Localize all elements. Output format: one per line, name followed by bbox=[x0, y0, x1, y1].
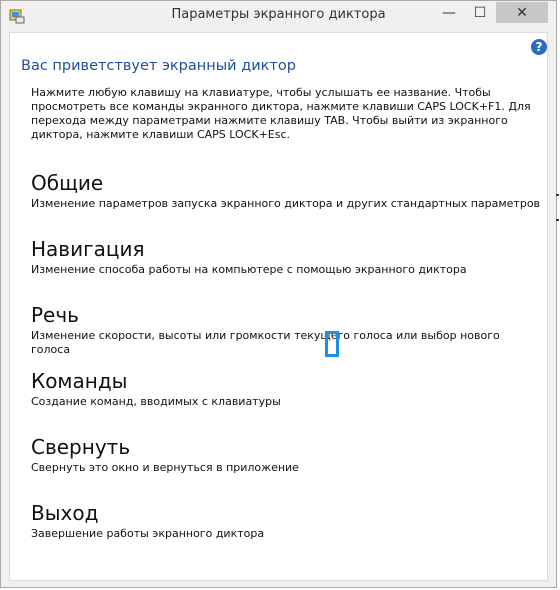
section-description: Свернуть это окно и вернуться в приложен… bbox=[31, 461, 299, 474]
section-general[interactable]: Общие Изменение параметров запуска экран… bbox=[31, 171, 541, 211]
edge-tick bbox=[556, 194, 559, 196]
section-description: Завершение работы экранного диктора bbox=[31, 527, 265, 540]
section-title[interactable]: Команды bbox=[31, 369, 541, 393]
section-description: Изменение параметров запуска экранного д… bbox=[31, 197, 541, 210]
close-button[interactable]: ✕ bbox=[496, 2, 548, 23]
section-title[interactable]: Общие bbox=[31, 171, 541, 195]
section-navigation[interactable]: Навигация Изменение способа работы на ко… bbox=[31, 237, 541, 277]
help-icon[interactable]: ? bbox=[531, 39, 547, 55]
maximize-button[interactable]: ☐ bbox=[465, 2, 495, 23]
section-description: Изменение способа работы на компьютере с… bbox=[31, 263, 467, 276]
title-bar[interactable]: Параметры экранного диктора — ☐ ✕ bbox=[1, 1, 556, 32]
section-commands[interactable]: Команды Создание команд, вводимых с клав… bbox=[31, 369, 541, 409]
section-speech[interactable]: Речь Изменение скорости, высоты или гром… bbox=[31, 303, 541, 357]
section-description: Создание команд, вводимых с клавиатуры bbox=[31, 395, 281, 408]
narrator-focus-cursor bbox=[325, 331, 339, 357]
edge-tick bbox=[556, 219, 559, 221]
intro-text: Нажмите любую клавишу на клавиатуре, что… bbox=[31, 86, 531, 141]
content-area: ? Вас приветствует экранный диктор Нажми… bbox=[9, 32, 548, 581]
maximize-icon: ☐ bbox=[473, 4, 487, 21]
welcome-heading: Вас приветствует экранный диктор bbox=[21, 58, 296, 74]
section-title[interactable]: Речь bbox=[31, 303, 541, 327]
close-icon: ✕ bbox=[516, 4, 528, 21]
section-title[interactable]: Свернуть bbox=[31, 435, 541, 459]
section-title[interactable]: Выход bbox=[31, 501, 541, 525]
minimize-icon: — bbox=[442, 4, 456, 21]
section-exit[interactable]: Выход Завершение работы экранного диктор… bbox=[31, 501, 541, 541]
section-description: Изменение скорости, высоты или громкости… bbox=[31, 329, 500, 356]
narrator-settings-window: Параметры экранного диктора — ☐ ✕ ? Вас … bbox=[0, 0, 557, 588]
section-minimize[interactable]: Свернуть Свернуть это окно и вернуться в… bbox=[31, 435, 541, 475]
section-title[interactable]: Навигация bbox=[31, 237, 541, 261]
minimize-button[interactable]: — bbox=[433, 2, 465, 23]
